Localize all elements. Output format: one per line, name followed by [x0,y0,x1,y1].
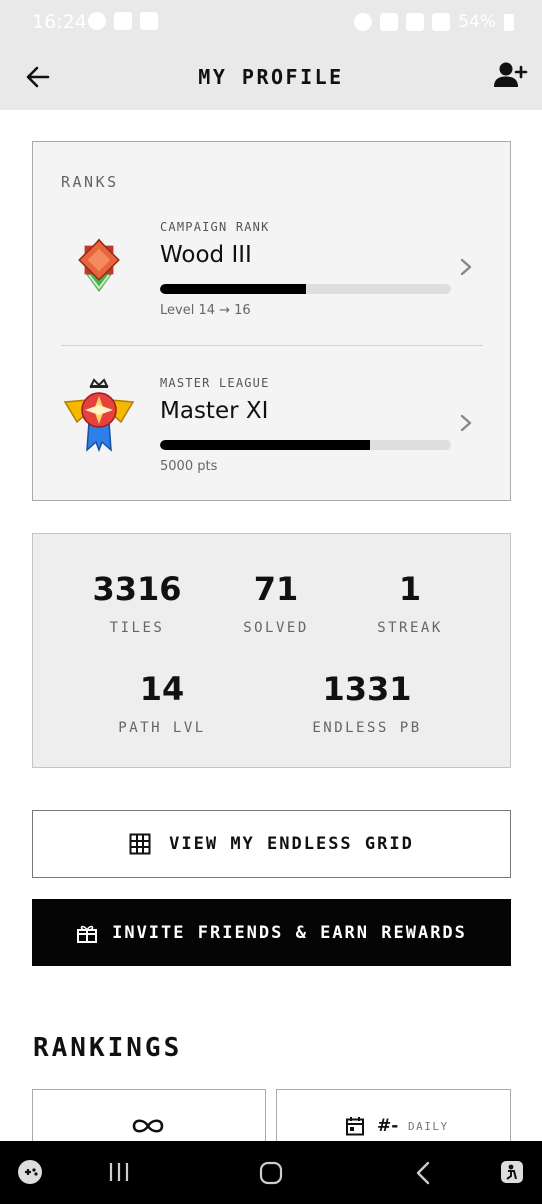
rank-progress-bar [160,440,451,450]
daily-rank-label: DAILY [408,1120,449,1133]
invite-friends-button[interactable]: INVITE FRIENDS & EARN REWARDS [32,899,511,966]
image-notification-icon [140,12,158,30]
rank-name: Wood III [160,242,252,268]
stat-value: 3316 [92,570,182,608]
rank-detail: 5000 pts [160,459,218,474]
stat-path-level: 14 PATH LVL [82,670,242,736]
rank-category: MASTER LEAGUE [160,376,270,390]
chevron-right-icon [460,414,472,432]
stat-value: 1 [398,570,422,608]
master-league-row[interactable]: MASTER LEAGUE Master XI 5000 pts [33,368,509,488]
stat-value: 14 [139,670,185,708]
battery-icon [504,13,514,31]
master-league-badge-icon [63,378,135,453]
alarm-icon [354,13,373,31]
view-endless-grid-button[interactable]: VIEW MY ENDLESS GRID [32,810,511,878]
stat-label: TILES [109,620,165,636]
notification-icons [88,12,158,30]
accessibility-icon[interactable] [499,1159,525,1185]
stats-card: 3316 TILES 71 SOLVED 1 STREAK 14 PATH LV… [32,533,511,768]
volte-icon [406,13,425,31]
rank-progress-bar [160,284,451,294]
view-endless-grid-label: VIEW MY ENDLESS GRID [169,834,414,854]
ranks-card: RANKS CAMPAIGN RANK Wood III Level 14 → … [32,141,511,501]
rank-name: Master XI [160,398,269,424]
stat-endless-pb: 1331 ENDLESS PB [287,670,447,736]
stat-tiles: 3316 TILES [57,570,217,636]
status-bar: 16:24 54% [0,0,542,44]
rank-category: CAMPAIGN RANK [160,220,270,234]
home-icon[interactable] [259,1161,283,1185]
chevron-right-icon [460,258,472,276]
status-time: 16:24 [32,11,87,33]
back-nav-icon[interactable] [414,1161,432,1185]
game-launcher-icon[interactable] [17,1159,43,1185]
page-title: MY PROFILE [198,65,344,89]
stat-label: ENDLESS PB [312,720,422,736]
stat-label: PATH LVL [118,720,206,736]
stat-value: 1331 [322,670,412,708]
stat-streak: 1 STREAK [330,570,490,636]
battery-percent: 54% [458,12,496,32]
gift-icon [77,925,98,943]
snapchat-notification-icon [88,12,106,30]
check-notification-icon [114,12,132,30]
recent-apps-icon[interactable] [108,1162,130,1182]
system-navigation-bar [0,1141,542,1204]
infinity-icon [132,1119,164,1133]
invite-friends-label: INVITE FRIENDS & EARN REWARDS [112,922,467,943]
signal-icon [432,13,451,31]
rank-detail: Level 14 → 16 [160,303,251,318]
grid-icon [129,833,151,855]
ranks-divider [61,345,483,346]
ranks-label: RANKS [61,173,119,191]
daily-rank-value: #- [377,1116,399,1136]
rank-progress-fill [160,440,370,450]
wood-rank-badge-icon [78,238,120,292]
rankings-heading: RANKINGS [33,1033,183,1063]
stat-label: STREAK [377,620,443,636]
system-icons: 54% [354,12,514,32]
campaign-rank-row[interactable]: CAMPAIGN RANK Wood III Level 14 → 16 [33,212,509,332]
add-friend-icon[interactable] [492,58,528,94]
rank-progress-fill [160,284,306,294]
app-bar: MY PROFILE [0,44,542,110]
mute-icon [380,13,399,31]
calendar-icon [346,1117,364,1136]
